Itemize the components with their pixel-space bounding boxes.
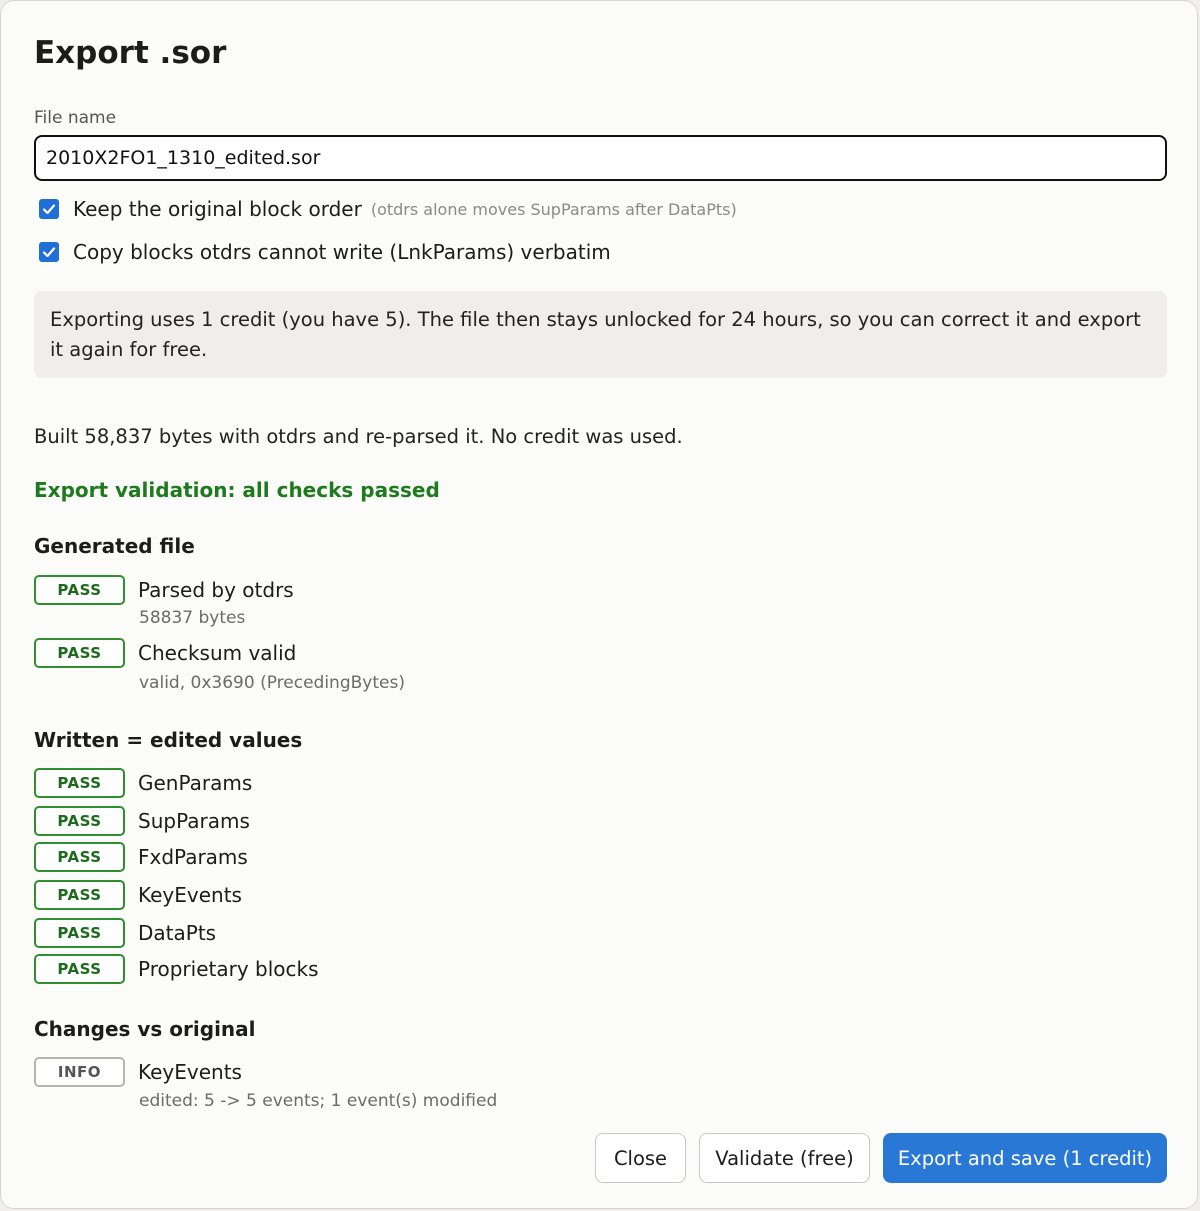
- copy-blocks-option[interactable]: Copy blocks otdrs cannot write (LnkParam…: [39, 240, 611, 264]
- keep-block-order-label: Keep the original block order: [73, 197, 362, 221]
- status-badge: INFO: [34, 1057, 125, 1087]
- check-label: Proprietary blocks: [138, 957, 319, 981]
- check-detail: 58837 bytes: [139, 608, 246, 628]
- export-save-button[interactable]: Export and save (1 credit): [883, 1133, 1167, 1183]
- export-dialog: Export .sor File name Keep the original …: [0, 0, 1198, 1209]
- build-status: Built 58,837 bytes with otdrs and re-par…: [34, 425, 683, 448]
- validation-status: Export validation: all checks passed: [34, 478, 440, 502]
- status-badge: PASS: [34, 575, 125, 605]
- file-name-label: File name: [34, 108, 117, 128]
- status-badge: PASS: [34, 768, 125, 798]
- check-label: DataPts: [138, 921, 217, 945]
- status-badge: PASS: [34, 806, 125, 836]
- copy-blocks-label: Copy blocks otdrs cannot write (LnkParam…: [73, 240, 611, 264]
- change-detail: edited: 5 -> 5 events; 1 event(s) modifi…: [139, 1091, 498, 1111]
- status-badge: PASS: [34, 880, 125, 910]
- check-label: GenParams: [138, 771, 253, 795]
- check-label: Checksum valid: [138, 641, 297, 665]
- change-label: KeyEvents: [138, 1060, 242, 1084]
- validate-button[interactable]: Validate (free): [699, 1133, 870, 1183]
- status-badge: PASS: [34, 918, 125, 948]
- checkmark-icon: [42, 247, 56, 258]
- check-detail: valid, 0x3690 (PrecedingBytes): [139, 673, 405, 693]
- copy-blocks-checkbox[interactable]: [39, 242, 59, 262]
- dialog-title: Export .sor: [34, 35, 227, 71]
- status-badge: PASS: [34, 842, 125, 872]
- credit-notice: Exporting uses 1 credit (you have 5). Th…: [34, 291, 1167, 378]
- keep-block-order-option[interactable]: Keep the original block order (otdrs alo…: [39, 197, 737, 221]
- status-badge: PASS: [34, 638, 125, 668]
- checkmark-icon: [42, 204, 56, 215]
- check-label: KeyEvents: [138, 883, 242, 907]
- section-heading-written-values: Written = edited values: [34, 728, 303, 752]
- keep-block-order-hint: (otdrs alone moves SupParams after DataP…: [370, 199, 737, 219]
- section-heading-changes: Changes vs original: [34, 1017, 256, 1041]
- section-heading-generated-file: Generated file: [34, 534, 195, 558]
- check-label: Parsed by otdrs: [138, 578, 294, 602]
- keep-block-order-checkbox[interactable]: [39, 199, 59, 219]
- check-label: FxdParams: [138, 845, 248, 869]
- status-badge: PASS: [34, 954, 125, 984]
- check-label: SupParams: [138, 809, 250, 833]
- file-name-input[interactable]: [34, 135, 1167, 181]
- close-button[interactable]: Close: [595, 1133, 686, 1183]
